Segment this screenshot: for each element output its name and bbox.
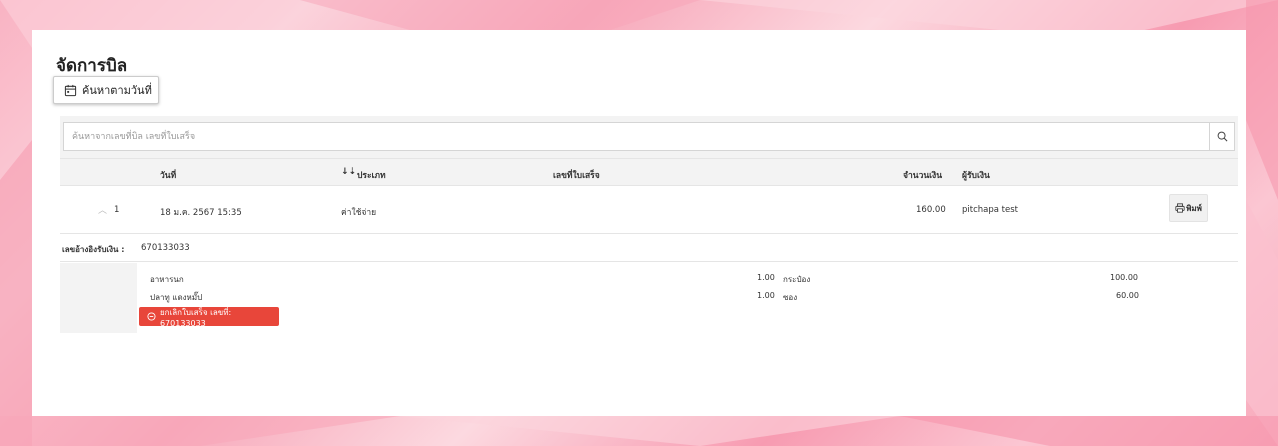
row-amount: 160.00 xyxy=(916,205,946,215)
row-date: 18 ม.ค. 2567 15:35 xyxy=(160,208,242,218)
header-date[interactable]: วันที่ xyxy=(160,168,176,182)
ref-value: 670133033 xyxy=(141,243,190,253)
chevron-up-icon[interactable]: ︿ xyxy=(98,203,107,216)
minus-circle-icon xyxy=(147,312,156,321)
row-type: ค่าใช้จ่าย xyxy=(341,208,377,218)
calendar-icon xyxy=(64,84,77,96)
print-button[interactable]: พิมพ์ xyxy=(1169,194,1208,222)
cancel-receipt-button[interactable]: ยกเลิกใบเสร็จ เลขที่: 670133033 xyxy=(139,307,279,328)
item-price: 100.00 xyxy=(1110,273,1138,282)
item-qty: 1.00 xyxy=(757,273,775,282)
search-button[interactable] xyxy=(1209,122,1235,151)
row-receiver: pitchapa test xyxy=(962,205,1018,215)
search-icon xyxy=(1217,131,1227,142)
reference-row: เลขอ้างอิงรับเงิน : 670133033 xyxy=(60,235,1238,262)
item-name: ปลาทู แดงหมั๊ป xyxy=(150,293,203,302)
header-type[interactable]: ประเภท xyxy=(357,168,386,182)
sort-icon[interactable]: ↓⇣ xyxy=(341,167,356,177)
search-input[interactable] xyxy=(63,122,1211,151)
item-unit: กระป๋อง xyxy=(783,275,811,284)
search-bar xyxy=(60,116,1238,158)
date-search-label: ค้นหาตามวันที่ xyxy=(82,84,152,97)
table-row[interactable]: ︿ 1 18 ม.ค. 2567 15:35 ค่าใช้จ่าย 160.00… xyxy=(60,186,1238,234)
main-card: จัดการบิล ค้นหาตามวันที่ วันที่ ↓⇣ ประเภ… xyxy=(32,30,1246,416)
item-unit: ซอง xyxy=(783,293,798,302)
cancel-receipt-label: ยกเลิกใบเสร็จ เลขที่: 670133033 xyxy=(159,307,232,328)
header-amount[interactable]: จำนวนเงิน xyxy=(903,168,942,182)
bill-section: วันที่ ↓⇣ ประเภท เลขที่ใบเสร็จ จำนวนเงิน… xyxy=(60,116,1238,406)
item-qty: 1.00 xyxy=(757,291,775,300)
date-search-button[interactable]: ค้นหาตามวันที่ xyxy=(53,76,159,104)
printer-icon xyxy=(1175,203,1185,213)
header-receipt-no[interactable]: เลขที่ใบเสร็จ xyxy=(553,168,600,182)
detail-side-panel xyxy=(60,263,137,333)
item-price: 60.00 xyxy=(1116,291,1139,300)
header-receiver[interactable]: ผู้รับเงิน xyxy=(962,168,990,182)
item-name: อาหารนก xyxy=(150,275,184,284)
print-label: พิมพ์ xyxy=(1186,203,1202,213)
row-index: 1 xyxy=(114,205,120,215)
page-title: จัดการบิล xyxy=(56,56,128,76)
table-header: วันที่ ↓⇣ ประเภท เลขที่ใบเสร็จ จำนวนเงิน… xyxy=(60,158,1238,186)
ref-label: เลขอ้างอิงรับเงิน : xyxy=(62,245,125,254)
